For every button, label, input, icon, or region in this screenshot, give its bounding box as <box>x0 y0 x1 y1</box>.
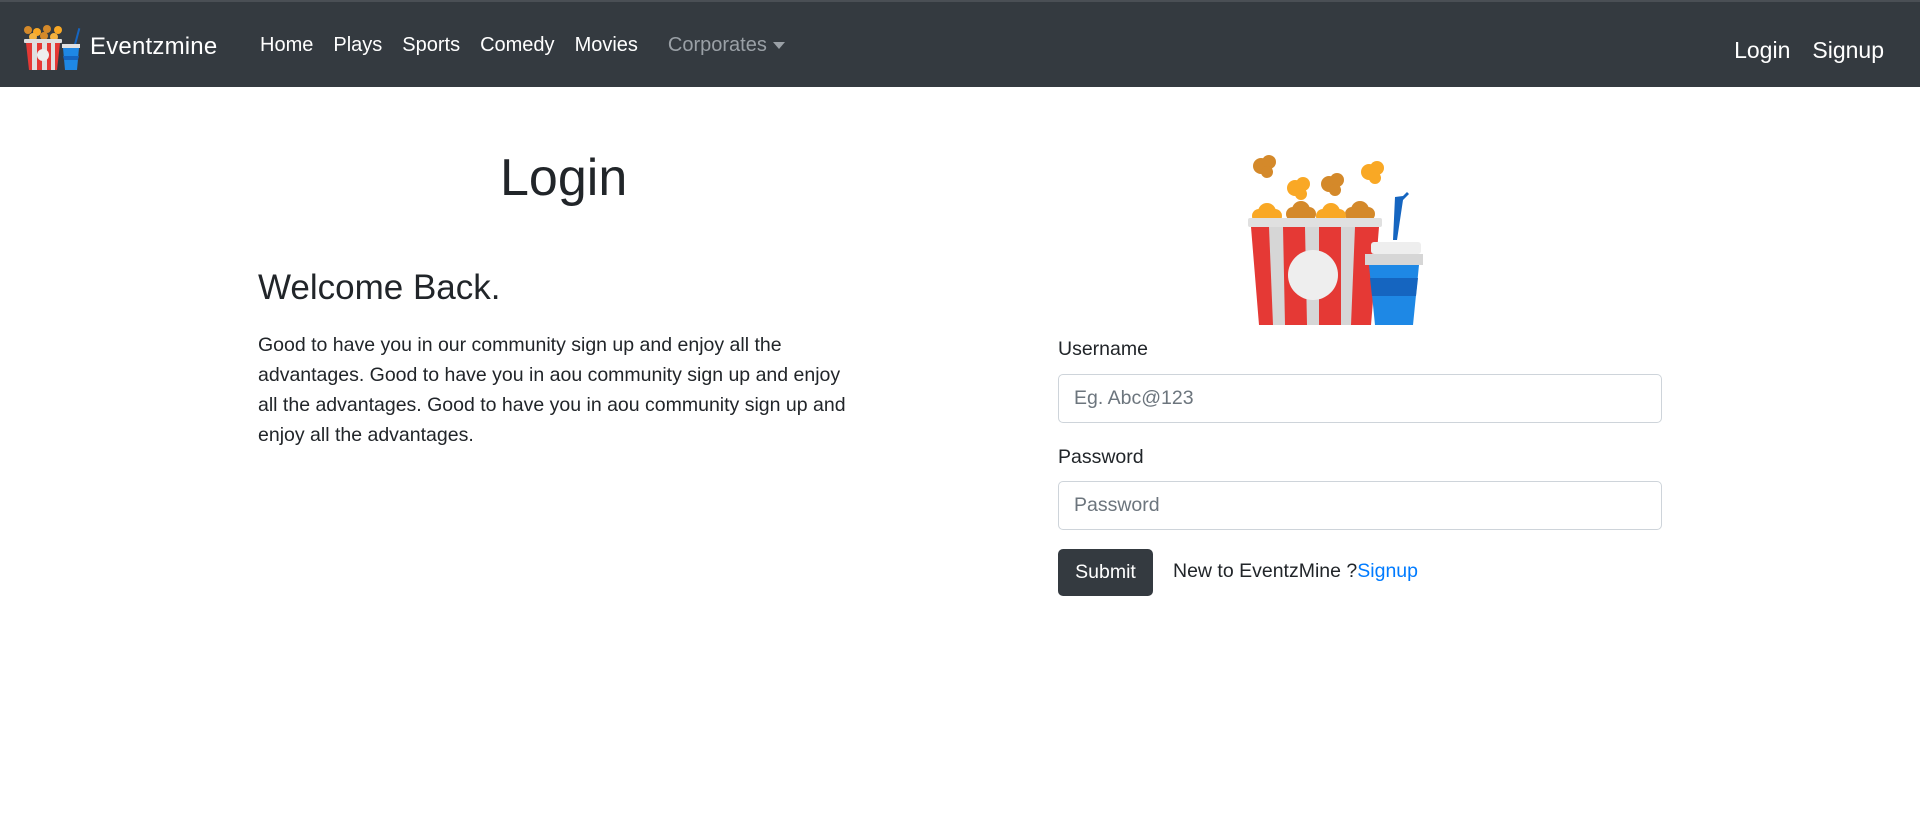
nav-sports[interactable]: Sports <box>402 34 460 57</box>
welcome-heading: Welcome Back. <box>258 268 501 307</box>
password-input[interactable] <box>1058 481 1662 530</box>
main-nav: Home Plays Sports Comedy Movies Corporat… <box>260 2 805 89</box>
nav-comedy[interactable]: Comedy <box>480 34 554 57</box>
caret-down-icon <box>772 42 785 49</box>
nav-signup[interactable]: Signup <box>1812 37 1884 64</box>
signup-link[interactable]: Signup <box>1357 560 1418 582</box>
nav-corporates-dropdown[interactable]: Corporates <box>668 34 785 57</box>
nav-home[interactable]: Home <box>260 34 313 57</box>
signup-prompt: New to EventzMine ?Signup <box>1173 560 1418 583</box>
popcorn-hero-image <box>1248 155 1423 325</box>
username-input[interactable] <box>1058 374 1662 423</box>
username-label: Username <box>1058 338 1148 360</box>
submit-button[interactable]: Submit <box>1058 549 1153 596</box>
nav-login[interactable]: Login <box>1734 37 1790 64</box>
auth-nav: Login Signup <box>1712 2 1884 99</box>
nav-corporates-label: Corporates <box>667 34 767 56</box>
brand-name: Eventzmine <box>90 33 218 60</box>
page-title: Login <box>500 149 628 207</box>
popcorn-logo-icon <box>24 25 81 70</box>
brand-link[interactable]: Eventzmine <box>20 22 217 72</box>
nav-plays[interactable]: Plays <box>333 34 382 57</box>
password-label: Password <box>1058 446 1144 468</box>
top-navbar: Eventzmine Home Plays Sports Comedy Movi… <box>0 0 1920 87</box>
signup-prompt-text: New to EventzMine ? <box>1173 560 1358 582</box>
welcome-description: Good to have you in our community sign u… <box>258 334 846 446</box>
nav-movies[interactable]: Movies <box>575 34 638 57</box>
